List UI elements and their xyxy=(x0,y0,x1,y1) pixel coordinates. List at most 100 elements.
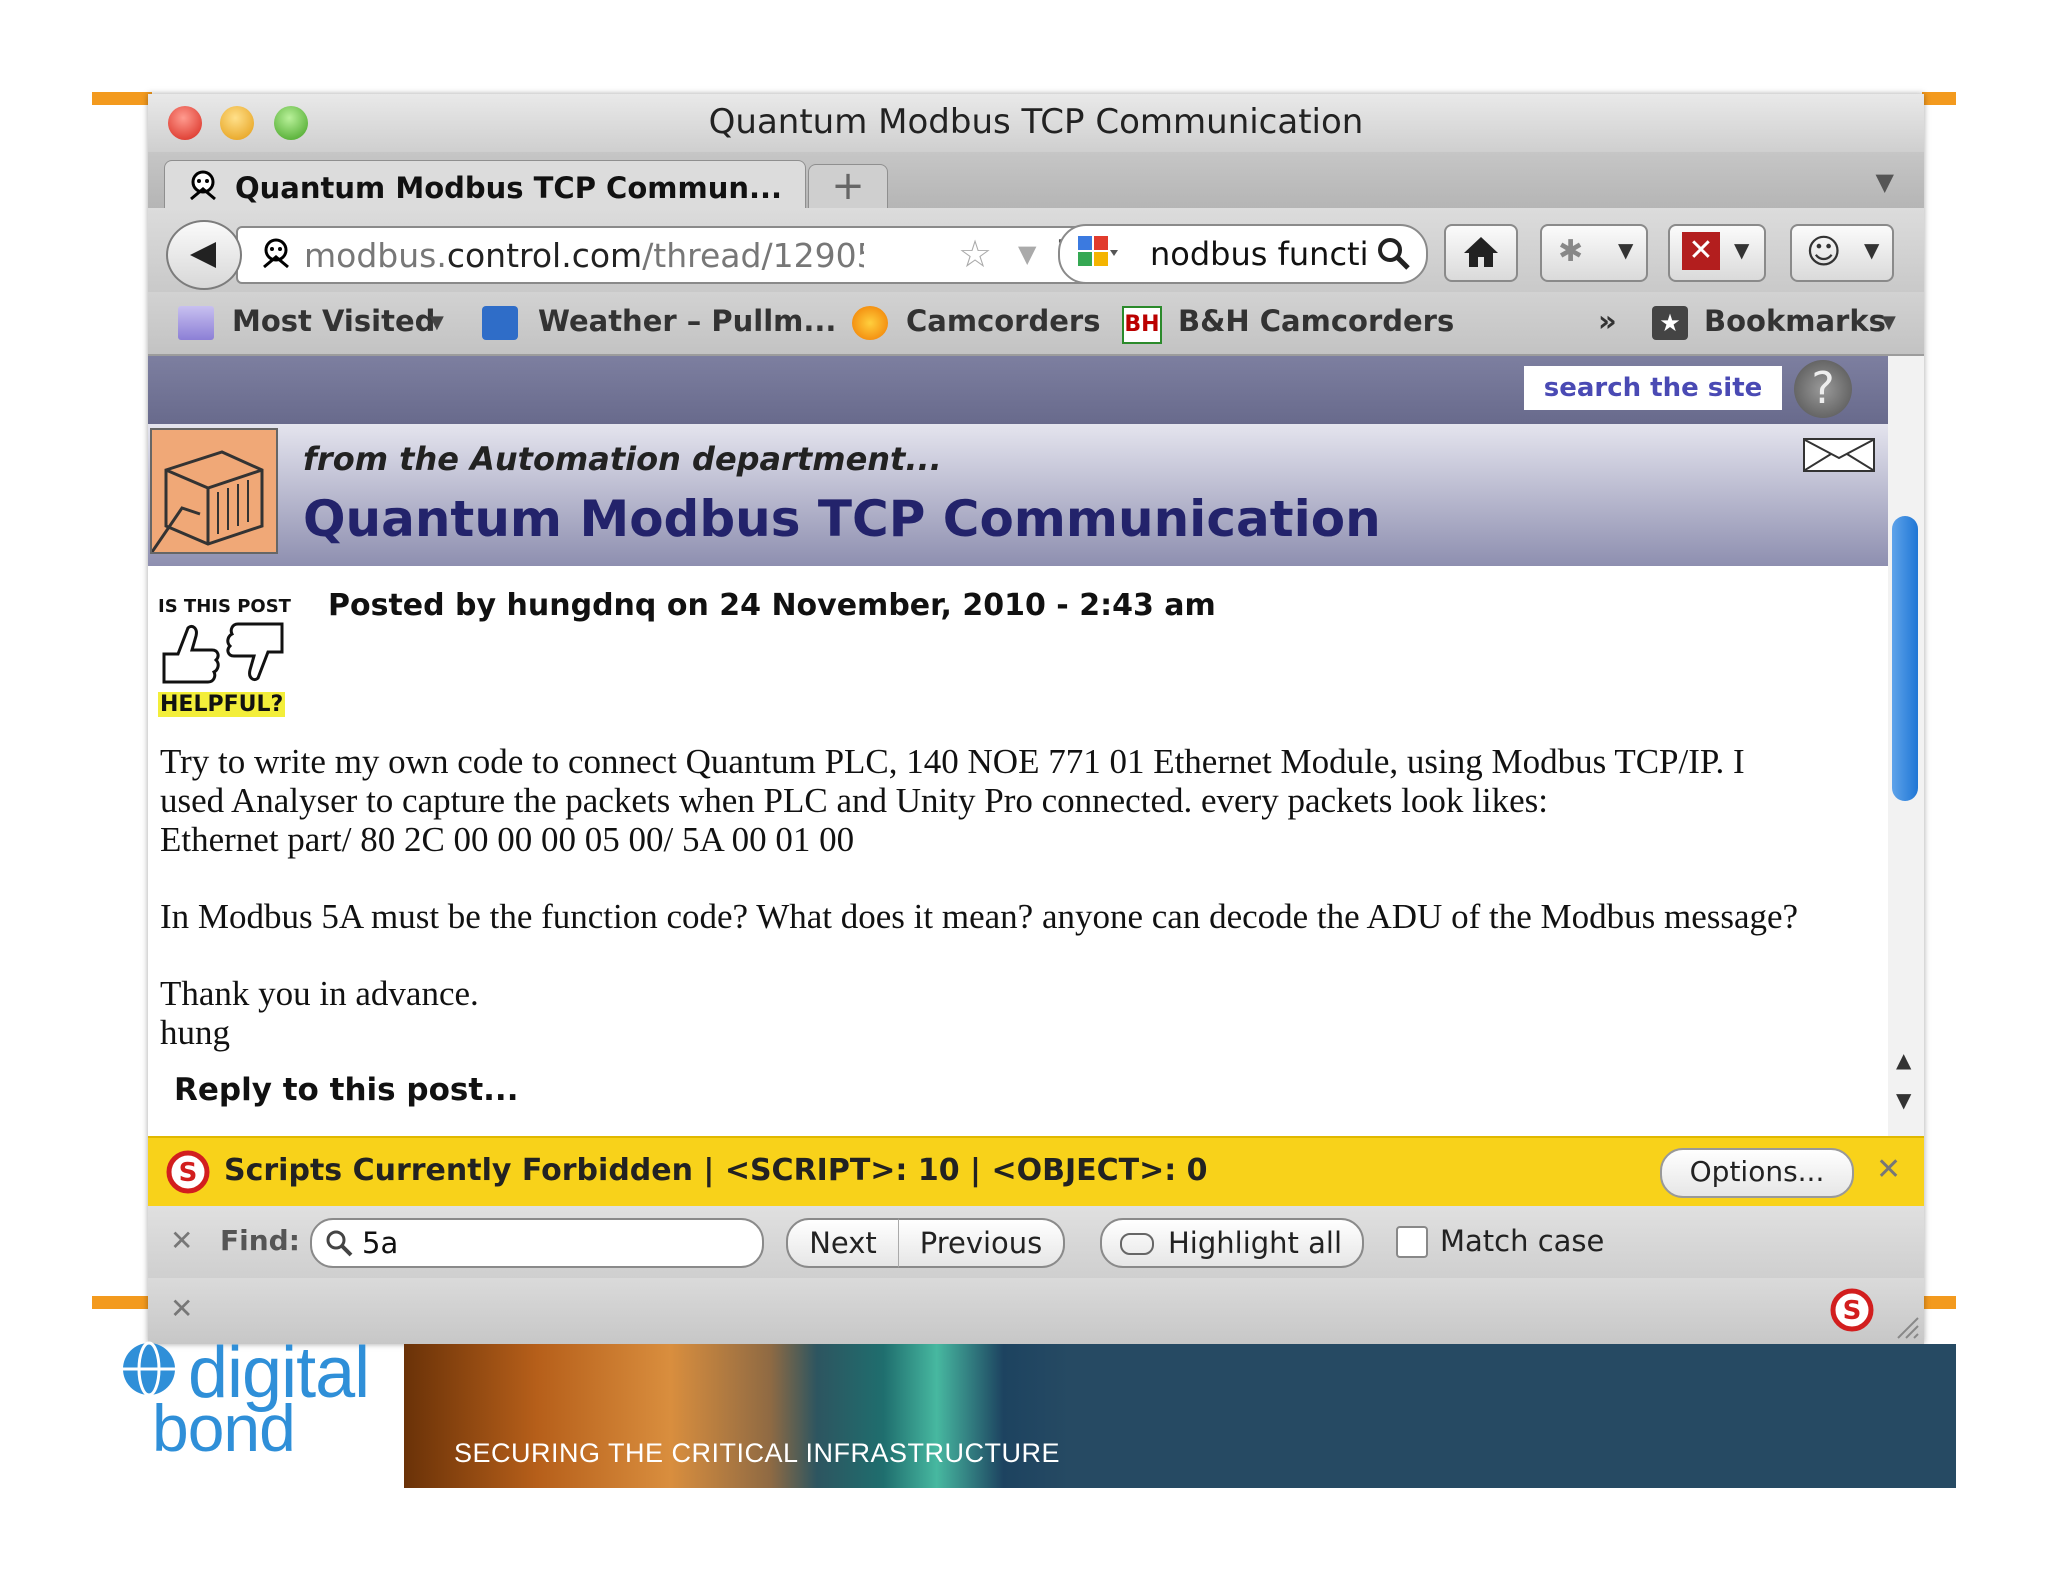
bookmarks-overflow-button[interactable]: » xyxy=(1598,304,1617,338)
url-domain: modbus. xyxy=(304,236,447,275)
bookmarks-dropdown-icon[interactable]: ▼ xyxy=(1882,312,1896,333)
helpful-label: HELPFUL? xyxy=(158,692,286,717)
digital-bond-logo: digital bond xyxy=(92,1318,382,1478)
scrollbar-thumb[interactable] xyxy=(1892,516,1918,801)
find-input[interactable]: 5a xyxy=(310,1218,764,1268)
browser-window: Quantum Modbus TCP Communication Quantum… xyxy=(148,94,1924,1344)
weather-icon xyxy=(482,306,518,340)
bookmark-camcorders[interactable]: Camcorders xyxy=(906,304,1100,338)
x-box-icon: ✕ xyxy=(1682,232,1720,270)
find-bar: ✕ Find: 5a Next Previous Highlight all M… xyxy=(148,1206,1924,1280)
email-icon[interactable] xyxy=(1803,438,1875,472)
addon-dropdown-icon[interactable]: ▼ xyxy=(1864,238,1879,262)
slide-accent-top-right xyxy=(1922,92,1956,105)
home-icon xyxy=(1464,237,1498,267)
bookmarks-star-icon: ★ xyxy=(1652,306,1688,340)
bookmark-bh-camcorders[interactable]: B&H Camcorders xyxy=(1178,304,1454,338)
bookmark-star-icon[interactable]: ☆ xyxy=(958,232,992,276)
noscript-icon: S xyxy=(166,1150,210,1194)
bookmarks-toolbar: Most Visited ▼ Weather – Pullm... Camcor… xyxy=(148,292,1924,356)
bookmarks-menu[interactable]: Bookmarks xyxy=(1704,304,1886,338)
highlight-toggle-icon xyxy=(1120,1233,1154,1255)
scroll-down-arrow-icon[interactable]: ▼ xyxy=(1896,1088,1911,1112)
url-path: /thread/129058 xyxy=(642,236,864,275)
noscript-message: Scripts Currently Forbidden | <SCRIPT>: … xyxy=(224,1153,1208,1188)
camcorder-icon xyxy=(852,306,888,340)
department-subtitle: from the Automation department... xyxy=(303,440,942,478)
post-line: Thank you in advance. xyxy=(160,974,479,1013)
thumbs-up-icon[interactable] xyxy=(158,620,222,686)
site-identity-icon xyxy=(263,238,289,269)
url-bar[interactable]: modbus.control.com/thread/129058 ☆ ▼ ↻ xyxy=(236,226,1186,284)
close-find-bar-icon[interactable]: ✕ xyxy=(170,1224,193,1257)
machine-illustration-icon xyxy=(150,450,264,553)
highlight-all-button[interactable]: Highlight all xyxy=(1100,1218,1364,1268)
back-button[interactable] xyxy=(166,220,242,290)
search-box[interactable]: nodbus functio xyxy=(1058,224,1428,284)
slide-footer: digital bond SECURING THE CRITICAL INFRA… xyxy=(92,1318,1956,1488)
post-line: hung xyxy=(160,1013,230,1052)
bh-icon: BH xyxy=(1122,306,1162,344)
site-favicon-icon xyxy=(190,170,216,201)
most-visited-dropdown-icon[interactable]: ▼ xyxy=(430,312,444,333)
helpful-prompt: IS THIS POST xyxy=(158,596,291,617)
banner-tagline: SECURING THE CRITICAL INFRASTRUCTURE xyxy=(454,1438,1061,1468)
post-meta: Posted by hungdnq on 24 November, 2010 -… xyxy=(328,588,1216,623)
page-scrollbar[interactable]: ▲ ▼ xyxy=(1888,356,1924,1136)
bookmark-most-visited[interactable]: Most Visited xyxy=(232,304,435,338)
addon-dropdown-icon[interactable]: ▼ xyxy=(1734,238,1749,262)
find-next-button[interactable]: Next xyxy=(786,1218,900,1268)
post-line: In Modbus 5A must be the function code? … xyxy=(160,897,1799,936)
magnifier-icon xyxy=(326,1230,353,1257)
noscript-notification-bar: S Scripts Currently Forbidden | <SCRIPT>… xyxy=(148,1136,1924,1208)
tab-title: Quantum Modbus TCP Commun... xyxy=(235,171,783,205)
folder-icon xyxy=(178,306,214,340)
search-icon[interactable] xyxy=(1376,236,1412,272)
footer-banner: SECURING THE CRITICAL INFRASTRUCTURE xyxy=(404,1344,1956,1488)
automation-department-image xyxy=(150,428,278,554)
post-line: Ethernet part/ 80 2C 00 00 00 05 00/ 5A … xyxy=(160,820,855,859)
svg-text:S: S xyxy=(179,1158,198,1188)
match-case-label[interactable]: Match case xyxy=(1440,1224,1604,1258)
tab-list-icon[interactable]: ▼ xyxy=(1876,168,1894,196)
highlight-all-label: Highlight all xyxy=(1168,1226,1343,1260)
url-history-dropdown-icon[interactable]: ▼ xyxy=(1018,240,1036,268)
tab-bar: Quantum Modbus TCP Commun... + ▼ xyxy=(148,152,1924,213)
help-icon[interactable]: ? xyxy=(1794,360,1852,418)
noscript-options-button[interactable]: Options... xyxy=(1660,1148,1854,1198)
page-title: Quantum Modbus TCP Communication xyxy=(303,490,1381,548)
title-bar: Quantum Modbus TCP Communication xyxy=(148,94,1924,152)
scroll-up-arrow-icon[interactable]: ▲ xyxy=(1896,1048,1911,1072)
tool-icon: ✱ xyxy=(1558,234,1584,269)
page-content: search the site ? from the Automation de… xyxy=(148,356,1888,1136)
close-icon[interactable]: ✕ xyxy=(1876,1152,1901,1187)
post-line: used Analyser to capture the packets whe… xyxy=(160,781,1548,820)
reply-link[interactable]: Reply to this post... xyxy=(174,1072,518,1108)
navigation-toolbar: modbus.control.com/thread/129058 ☆ ▼ ↻ n… xyxy=(148,208,1924,292)
tab-active[interactable]: Quantum Modbus TCP Commun... xyxy=(164,160,806,213)
new-tab-button[interactable]: + xyxy=(808,164,888,211)
logo-line-bond: bond xyxy=(152,1391,296,1465)
find-label: Find: xyxy=(220,1224,300,1257)
window-title: Quantum Modbus TCP Communication xyxy=(708,102,1364,142)
helpful-rating-widget[interactable]: IS THIS POST HELPFUL? xyxy=(158,596,298,720)
find-previous-button[interactable]: Previous xyxy=(898,1218,1065,1268)
bookmark-weather[interactable]: Weather – Pullm... xyxy=(538,304,836,338)
google-search-engine-icon[interactable] xyxy=(1078,236,1118,272)
url-host: control.com xyxy=(446,236,643,275)
addon-button-1[interactable]: ✱ ▼ xyxy=(1540,224,1648,282)
slide-accent-mid-right xyxy=(1922,1296,1956,1309)
search-input[interactable]: nodbus functio xyxy=(1150,235,1370,273)
url-text: modbus.control.com/thread/129058 xyxy=(304,236,864,275)
addon-button-2[interactable]: ✕ ▼ xyxy=(1668,224,1766,282)
home-button[interactable] xyxy=(1444,224,1518,282)
match-case-checkbox[interactable] xyxy=(1396,1226,1428,1258)
site-top-bar: search the site ? xyxy=(148,356,1888,424)
post-body: Try to write my own code to connect Quan… xyxy=(160,742,1880,1090)
site-header: from the Automation department... Quantu… xyxy=(148,424,1888,566)
greasemonkey-icon: ☺ xyxy=(1806,232,1842,272)
thumbs-down-icon[interactable] xyxy=(224,620,288,686)
site-search-input[interactable]: search the site xyxy=(1524,366,1782,410)
addon-dropdown-icon[interactable]: ▼ xyxy=(1618,238,1633,262)
addon-button-3[interactable]: ☺ ▼ xyxy=(1790,224,1894,282)
